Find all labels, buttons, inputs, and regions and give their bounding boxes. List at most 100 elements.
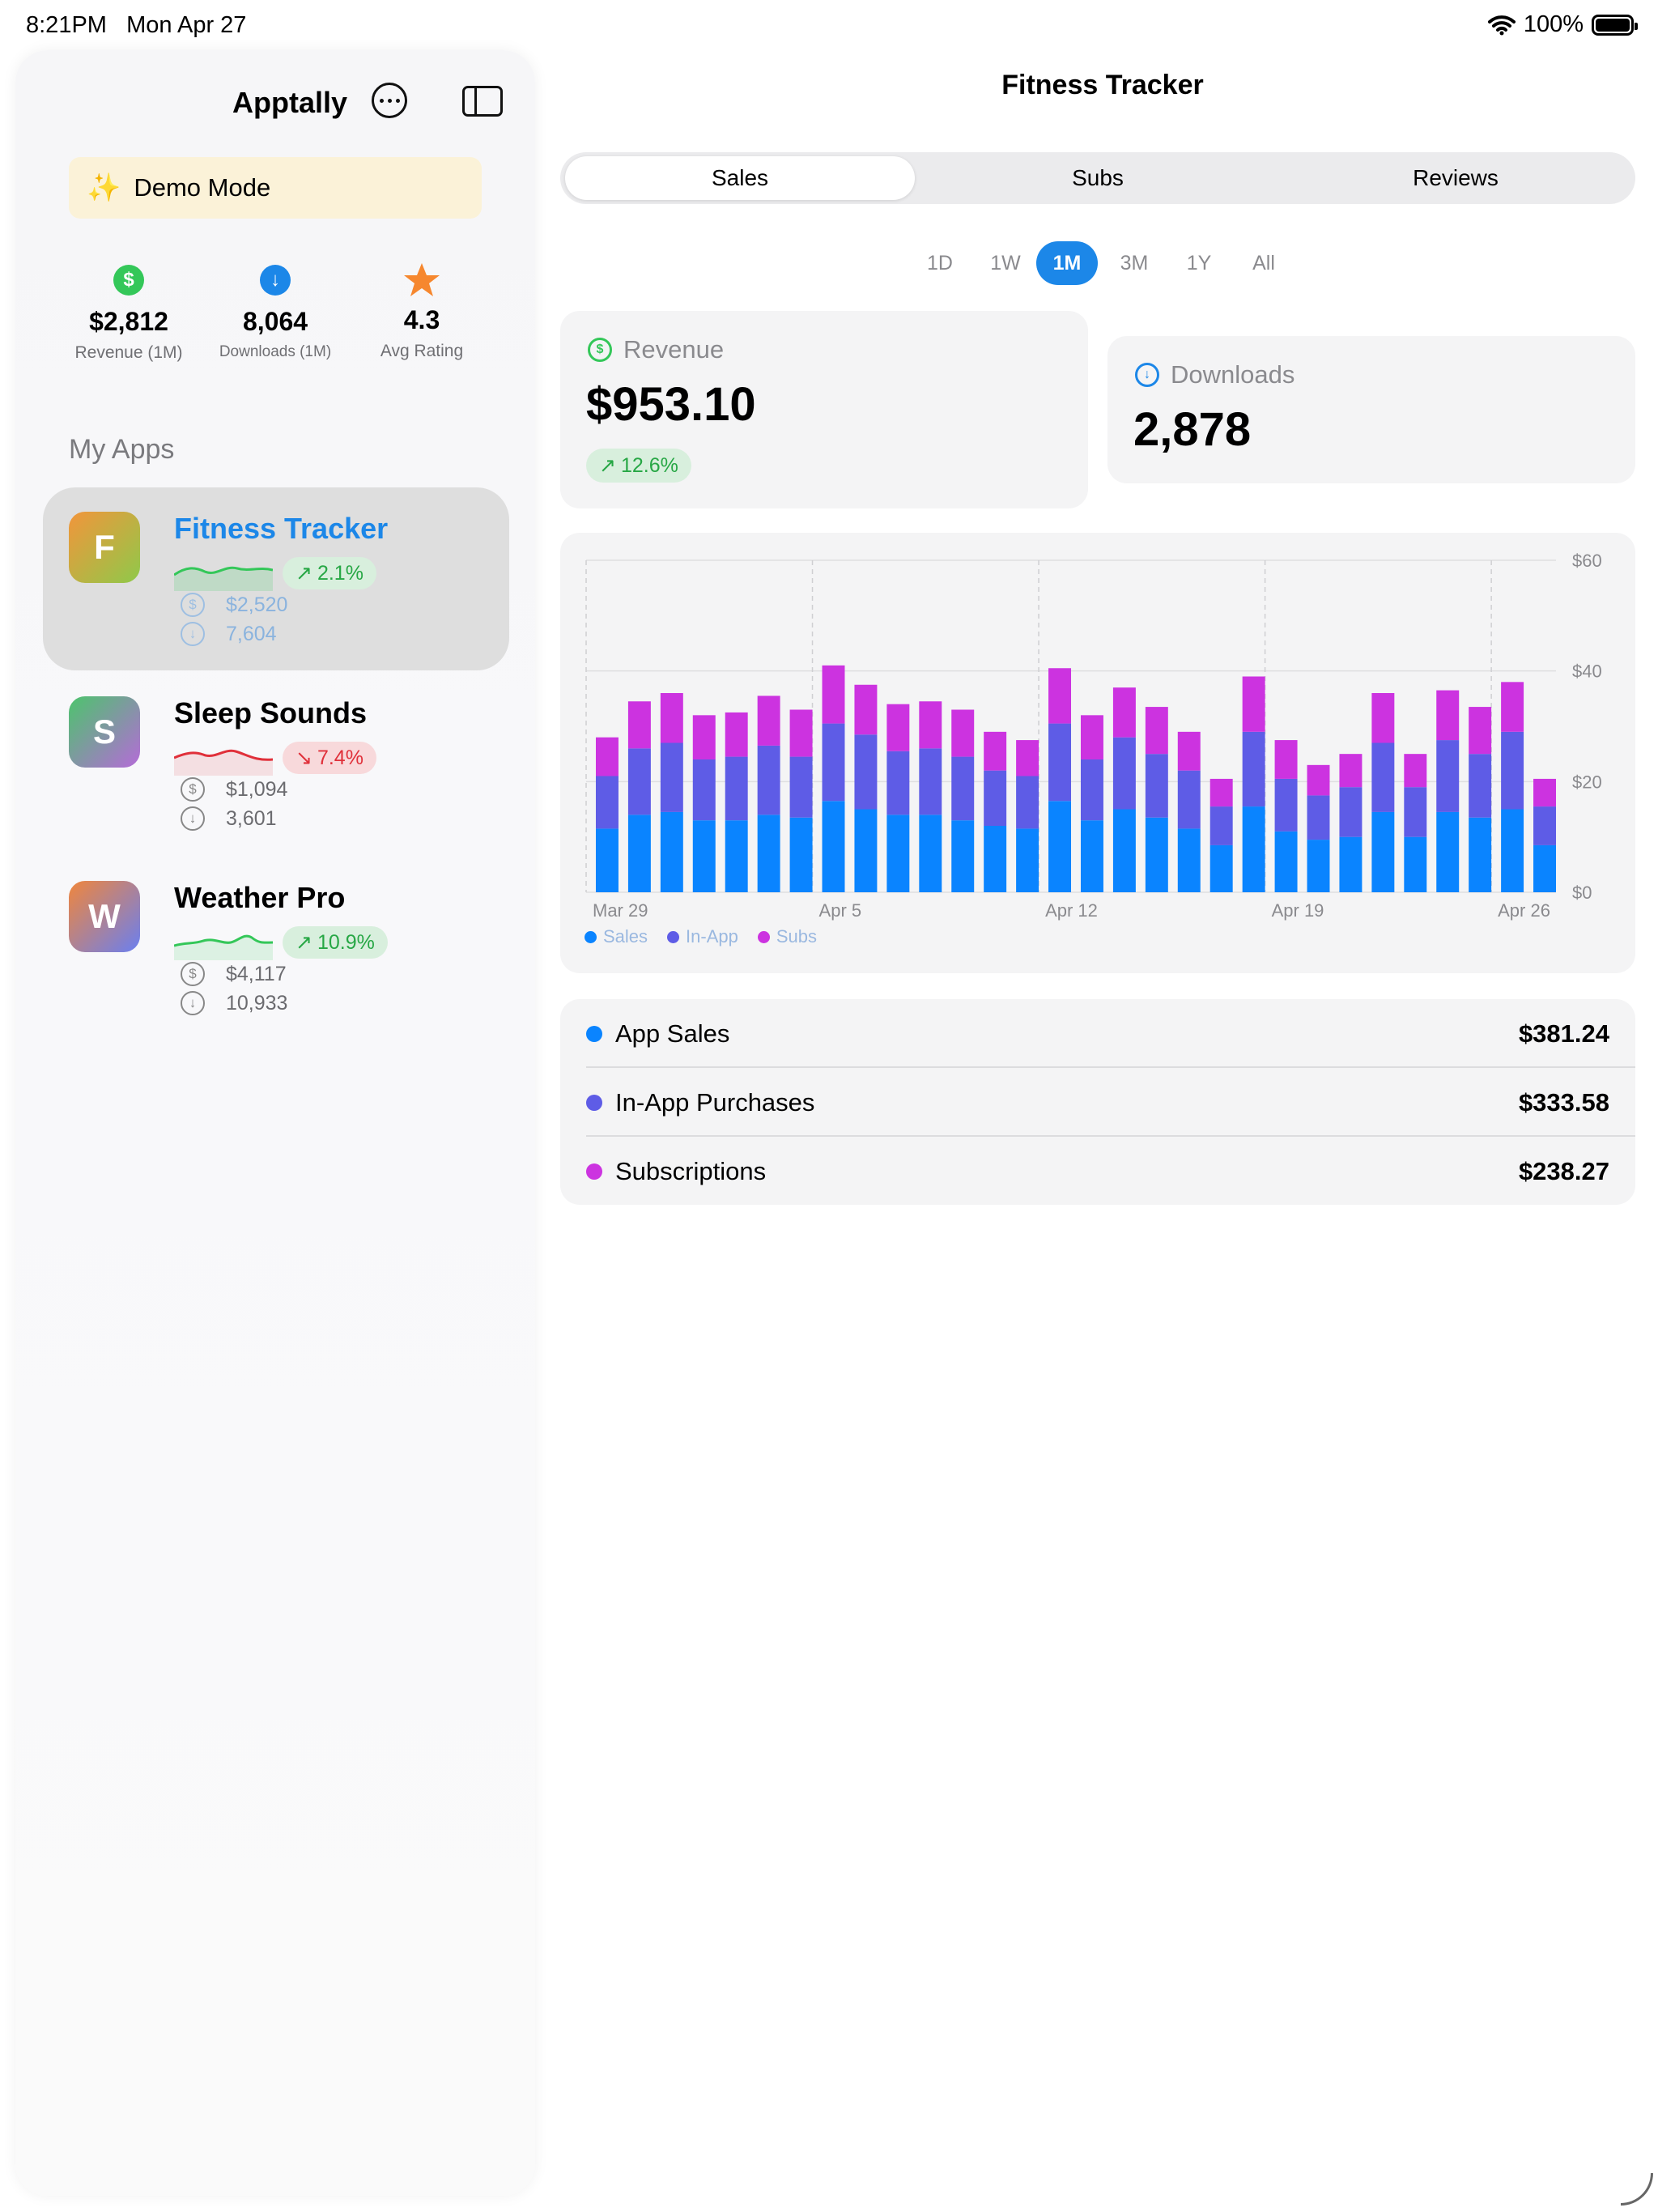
sidebar-header: Apptally <box>15 66 535 123</box>
app-icon: S <box>69 696 140 768</box>
app-row-weather-pro[interactable]: W Weather Pro ↗ 10.9% $ $4,117 ↓ 10,933 <box>43 857 509 1040</box>
bar-subs <box>1080 715 1103 759</box>
bar-sales <box>757 815 780 892</box>
bar-sales <box>627 815 651 892</box>
bar-in-app <box>1469 754 1492 818</box>
legend-sales: Sales <box>585 926 648 947</box>
revenue-stat-value: $2,812 <box>89 307 168 336</box>
range-1m[interactable]: 1M <box>1036 241 1098 285</box>
demo-mode-banner[interactable]: ✨ Demo Mode <box>69 157 482 219</box>
bar-subs <box>984 731 1007 771</box>
arrow-up-right-icon: ↗ <box>295 931 312 954</box>
app-revenue: $ $2,520 <box>181 593 287 617</box>
bar-subs <box>692 715 716 759</box>
bar-subs <box>1016 740 1039 776</box>
bar-subs <box>886 704 910 751</box>
downloads-card[interactable]: ↓ Downloads 2,878 <box>1107 336 1635 483</box>
bar-in-app <box>1436 740 1460 812</box>
bar-in-app <box>1371 742 1395 812</box>
bar-in-app <box>757 745 780 815</box>
downloads-label: ↓ Downloads <box>1135 360 1295 389</box>
bar-in-app <box>1016 776 1039 829</box>
bar-sales <box>1016 828 1039 892</box>
x-tick-label: Mar 29 <box>593 900 648 921</box>
bar-in-app <box>1145 754 1168 818</box>
revenue-stat: $ $2,812 Revenue (1M) <box>48 265 210 363</box>
breakdown-row-in-app[interactable]: In-App Purchases $333.58 <box>560 1068 1635 1137</box>
bar-in-app <box>595 776 619 829</box>
demo-mode-label: Demo Mode <box>134 173 271 202</box>
bar-sales <box>660 811 683 892</box>
dollar-icon: $ <box>181 593 205 617</box>
range-1d[interactable]: 1D <box>912 241 968 285</box>
range-1w[interactable]: 1W <box>976 241 1035 285</box>
bar-in-app <box>984 770 1007 826</box>
x-tick-label: Apr 12 <box>1045 900 1098 921</box>
bar-sales <box>1469 817 1492 892</box>
downloads-value: 2,878 <box>1133 403 1252 456</box>
wifi-icon <box>1487 15 1516 35</box>
revenue-value: $953.10 <box>586 378 756 431</box>
bar-subs <box>1242 676 1265 732</box>
bar-in-app <box>660 742 683 812</box>
legend-in-app: In-App <box>667 926 738 947</box>
downloads-stat-value: 8,064 <box>242 307 308 336</box>
download-icon: ↓ <box>181 622 205 646</box>
bar-in-app <box>951 756 975 821</box>
bar-subs <box>1436 690 1460 741</box>
breakdown-label: Subscriptions <box>615 1156 767 1185</box>
bar-sales <box>886 815 910 892</box>
y-tick-label: $0 <box>1572 883 1592 903</box>
breakdown-value: $238.27 <box>1518 1156 1609 1185</box>
bar-sales <box>1145 817 1168 892</box>
breakdown-label: App Sales <box>615 1019 730 1048</box>
dollar-icon: $ <box>113 265 144 296</box>
bar-subs <box>595 737 619 776</box>
bar-in-app <box>627 748 651 815</box>
x-tick-label: Apr 19 <box>1272 900 1324 921</box>
bar-in-app <box>1533 806 1557 845</box>
bar-subs <box>1274 740 1298 779</box>
range-3m[interactable]: 3M <box>1106 241 1163 285</box>
bar-sales <box>1048 801 1072 892</box>
revenue-breakdown: App Sales $381.24 In-App Purchases $333.… <box>560 999 1635 1205</box>
more-options-button[interactable] <box>372 83 407 118</box>
app-revenue: $ $4,117 <box>181 962 287 986</box>
bar-in-app <box>1501 731 1524 810</box>
range-1y[interactable]: 1Y <box>1171 241 1227 285</box>
app-name: Fitness Tracker <box>174 512 389 545</box>
sparkline <box>174 566 273 591</box>
bar-sales <box>1404 836 1427 892</box>
revenue-card[interactable]: $ Revenue $953.10 ↗ 12.6% <box>560 311 1088 508</box>
status-bar: 8:21PM Mon Apr 27 100% <box>0 0 1658 50</box>
bar-subs <box>919 701 942 749</box>
tab-reviews[interactable]: Reviews <box>1281 156 1630 200</box>
download-icon: ↓ <box>181 806 205 831</box>
tab-subs[interactable]: Subs <box>923 156 1273 200</box>
app-row-sleep-sounds[interactable]: S Sleep Sounds ↘ 7.4% $ $1,094 ↓ 3,601 <box>43 672 509 855</box>
trend-badge: ↗ 2.1% <box>283 557 376 589</box>
trend-badge: ↘ 7.4% <box>283 742 376 774</box>
my-apps-heading: My Apps <box>69 434 175 465</box>
download-icon: ↓ <box>260 265 291 296</box>
breakdown-row-subscriptions[interactable]: Subscriptions $238.27 <box>560 1137 1635 1206</box>
sidebar-toggle-icon[interactable] <box>462 86 503 117</box>
sparkline <box>174 749 273 776</box>
bar-subs <box>1501 682 1524 732</box>
breakdown-row-app-sales[interactable]: App Sales $381.24 <box>560 999 1635 1068</box>
bar-in-app <box>886 751 910 815</box>
tab-sales[interactable]: Sales <box>565 156 915 200</box>
bar-sales <box>1112 809 1136 892</box>
battery-icon <box>1592 14 1638 36</box>
download-icon: ↓ <box>1135 363 1159 387</box>
bar-subs <box>1307 764 1330 796</box>
bar-sales <box>1533 844 1557 892</box>
app-row-fitness-tracker[interactable]: F Fitness Tracker ↗ 2.1% $ $2,520 ↓ 7,604 <box>43 487 509 670</box>
bar-in-app <box>725 756 748 821</box>
range-all[interactable]: All <box>1234 241 1294 285</box>
bar-in-app <box>1112 737 1136 810</box>
bar-subs <box>660 693 683 743</box>
app-name: Sleep Sounds <box>174 696 368 730</box>
bar-sales <box>725 820 748 892</box>
sidebar: Apptally ✨ Demo Mode $ $2,812 Revenue (1… <box>15 50 535 2196</box>
